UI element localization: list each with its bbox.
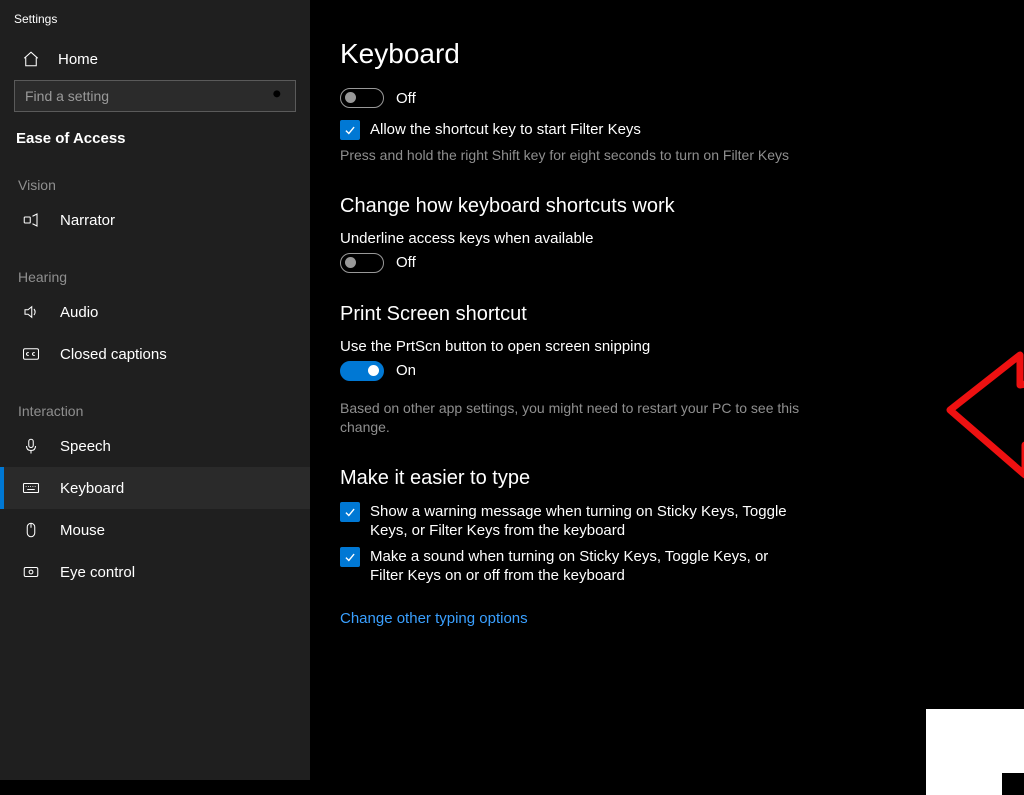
toggle-state-label: Off <box>396 90 416 107</box>
easier-check1-row: Show a warning message when turning on S… <box>340 502 994 541</box>
cc-icon <box>22 345 40 363</box>
mouse-icon <box>22 521 40 539</box>
nav-label: Keyboard <box>60 480 124 497</box>
annotation-arrow-icon <box>935 335 1024 485</box>
window-title: Settings <box>0 6 310 40</box>
sidebar-item-closed-captions[interactable]: Closed captions <box>0 333 310 375</box>
sidebar-item-eye-control[interactable]: Eye control <box>0 551 310 593</box>
speech-icon <box>22 437 40 455</box>
sidebar-item-speech[interactable]: Speech <box>0 425 310 467</box>
prtscn-toggle[interactable] <box>340 361 384 381</box>
search-input-container[interactable] <box>14 80 296 112</box>
keyboard-icon <box>22 479 40 497</box>
main-panel: Keyboard Off Allow the shortcut key to s… <box>310 0 1024 795</box>
nav-label: Eye control <box>60 564 135 581</box>
sidebar-item-narrator[interactable]: Narrator <box>0 199 310 241</box>
home-label: Home <box>58 51 98 68</box>
toggle-state-label: Off <box>396 254 416 271</box>
group-label-interaction: Interaction <box>0 395 310 425</box>
underline-toggle[interactable] <box>340 253 384 273</box>
group-label-vision: Vision <box>0 169 310 199</box>
search-icon <box>271 88 285 105</box>
easier-check1-label: Show a warning message when turning on S… <box>370 502 790 541</box>
section-title-easier: Make it easier to type <box>340 467 994 490</box>
nav-label: Speech <box>60 438 111 455</box>
search-wrap <box>0 80 310 124</box>
toggle-state-label: On <box>396 362 416 379</box>
home-icon <box>22 50 40 68</box>
narrator-icon <box>22 211 40 229</box>
easier-check2[interactable] <box>340 547 360 567</box>
easier-check2-row: Make a sound when turning on Sticky Keys… <box>340 547 994 586</box>
nav-label: Audio <box>60 304 98 321</box>
prtscn-toggle-row: On <box>340 361 994 381</box>
page-title: Keyboard <box>340 38 994 70</box>
sidebar-item-mouse[interactable]: Mouse <box>0 509 310 551</box>
sidebar-item-keyboard[interactable]: Keyboard <box>0 467 310 509</box>
underline-label: Underline access keys when available <box>340 230 994 247</box>
filter-keys-hint: Press and hold the right Shift key for e… <box>340 146 800 165</box>
sidebar: Settings Home Ease of Access Vision Narr… <box>0 0 310 780</box>
nav-label: Narrator <box>60 212 115 229</box>
easier-check2-label: Make a sound when turning on Sticky Keys… <box>370 547 790 586</box>
search-input[interactable] <box>25 88 271 104</box>
underline-toggle-row: Off <box>340 253 994 273</box>
allow-shortcut-label: Allow the shortcut key to start Filter K… <box>370 120 641 140</box>
corner-watermark <box>926 709 1024 795</box>
section-title-shortcuts: Change how keyboard shortcuts work <box>340 195 994 218</box>
prtscn-desc: Use the PrtScn button to open screen sni… <box>340 338 994 355</box>
allow-shortcut-checkbox[interactable] <box>340 120 360 140</box>
prtscn-hint: Based on other app settings, you might n… <box>340 399 800 437</box>
group-label-hearing: Hearing <box>0 261 310 291</box>
sidebar-item-audio[interactable]: Audio <box>0 291 310 333</box>
allow-shortcut-row: Allow the shortcut key to start Filter K… <box>340 120 994 140</box>
filter-keys-toggle[interactable] <box>340 88 384 108</box>
link-other-typing[interactable]: Change other typing options <box>340 610 528 627</box>
easier-check1[interactable] <box>340 502 360 522</box>
eye-icon <box>22 563 40 581</box>
filter-keys-toggle-row: Off <box>340 88 994 108</box>
nav-label: Closed captions <box>60 346 167 363</box>
settings-window: Settings Home Ease of Access Vision Narr… <box>0 0 1024 795</box>
nav-label: Mouse <box>60 522 105 539</box>
section-title-prtscn: Print Screen shortcut <box>340 303 994 326</box>
audio-icon <box>22 303 40 321</box>
sidebar-item-home[interactable]: Home <box>0 40 310 80</box>
category-title: Ease of Access <box>0 124 310 169</box>
